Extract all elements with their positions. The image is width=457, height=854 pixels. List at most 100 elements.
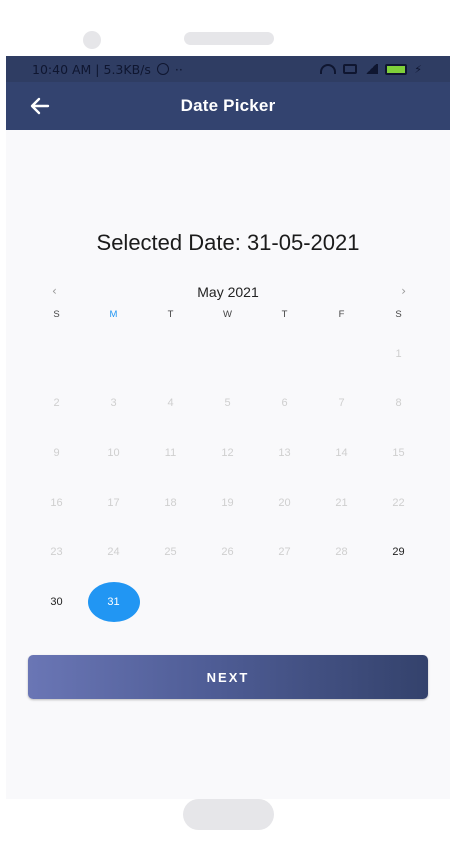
calendar-day-number: 26 — [221, 546, 234, 559]
calendar-day-number: 25 — [164, 546, 177, 559]
calendar-day-number: 21 — [335, 496, 348, 509]
calendar-day-number: 14 — [335, 446, 348, 459]
calendar-day: 12 — [199, 428, 256, 478]
calendar-day: 20 — [256, 478, 313, 528]
calendar-day: 19 — [199, 478, 256, 528]
calendar-day: 22 — [370, 478, 427, 528]
phone-speaker — [184, 32, 274, 45]
calendar-day-number: 7 — [338, 397, 345, 410]
calendar-day: 15 — [370, 428, 427, 478]
status-bar: 10:40 AM | 5.3KB/s ·· ⚡ — [6, 56, 450, 82]
calendar-day[interactable]: 30 — [28, 577, 85, 627]
calendar-day-empty — [256, 329, 313, 379]
calendar-day-number: 23 — [50, 546, 63, 559]
calendar-day-number: 12 — [221, 446, 234, 459]
calendar-day-number: 24 — [107, 546, 120, 559]
calendar-day-number: 17 — [107, 496, 120, 509]
notification-dots: ·· — [174, 61, 183, 77]
signal-icon — [364, 64, 379, 74]
calendar: ‹ May 2021 › S M T W T F S 1 2 3 4 5 6 7 8 9 10 11… — [28, 283, 428, 627]
selected-date-label: Selected Date: 31-05-2021 — [96, 230, 360, 255]
calendar-day-number: 11 — [164, 446, 177, 459]
calendar-day: 2 — [28, 379, 85, 429]
calendar-day: 6 — [256, 379, 313, 429]
back-button[interactable] — [28, 94, 52, 118]
app-screen: 10:40 AM | 5.3KB/s ·· ⚡ Date Picker Sele… — [6, 56, 450, 799]
calendar-day: 3 — [85, 379, 142, 429]
calendar-day-selected[interactable]: 31 — [85, 577, 142, 627]
calendar-day-number: 22 — [392, 496, 405, 509]
calendar-day[interactable]: 29 — [370, 527, 427, 577]
calendar-day-number: 27 — [278, 546, 291, 559]
calendar-day-number: 28 — [335, 546, 348, 559]
calendar-day-empty — [28, 329, 85, 379]
calendar-day-empty — [85, 329, 142, 379]
calendar-day-number: 16 — [50, 496, 63, 509]
chevron-right-icon[interactable]: › — [401, 284, 406, 298]
calendar-day-grid: 1 2 3 4 5 6 7 8 9 10 11 12 13 14 15 16 17 18 19 20 21 22 23 24 2… — [28, 329, 428, 627]
calendar-day-number: 18 — [164, 496, 177, 509]
calendar-day: 16 — [28, 478, 85, 528]
weekday-label: T — [281, 309, 288, 320]
weekday-label: T — [167, 309, 174, 320]
weekday-label: S — [53, 309, 60, 320]
calendar-day-empty — [313, 329, 370, 379]
calendar-day-number: 5 — [224, 397, 231, 410]
calendar-month-label: May 2021 — [197, 284, 259, 300]
calendar-day: 11 — [142, 428, 199, 478]
calendar-day: 9 — [28, 428, 85, 478]
calendar-day-number: 19 — [221, 496, 234, 509]
wifi-icon — [320, 64, 337, 74]
sim-icon — [343, 64, 358, 74]
calendar-day-empty — [199, 329, 256, 379]
calendar-day: 13 — [256, 428, 313, 478]
calendar-day-number: 4 — [167, 397, 174, 410]
phone-camera-dot — [83, 31, 101, 49]
calendar-day-number: 8 — [395, 397, 402, 410]
arrow-left-icon — [30, 97, 50, 115]
calendar-day-number: 13 — [278, 446, 291, 459]
battery-icon — [385, 63, 408, 75]
calendar-day: 24 — [85, 527, 142, 577]
calendar-day: 10 — [85, 428, 142, 478]
calendar-day: 28 — [313, 527, 370, 577]
calendar-day: 14 — [313, 428, 370, 478]
weekday-label: M — [109, 309, 118, 320]
calendar-day-number: 29 — [392, 546, 405, 559]
calendar-day: 27 — [256, 527, 313, 577]
calendar-day: 5 — [199, 379, 256, 429]
calendar-day: 7 — [313, 379, 370, 429]
charging-icon: ⚡ — [414, 62, 422, 76]
calendar-day-number: 30 — [50, 595, 63, 608]
calendar-day: 21 — [313, 478, 370, 528]
calendar-header: ‹ May 2021 › — [28, 283, 428, 305]
calendar-day-number: 10 — [107, 446, 120, 459]
calendar-day-number: 3 — [110, 397, 117, 410]
phone-home-button — [183, 799, 274, 830]
next-button[interactable]: NEXT — [28, 655, 428, 699]
weekday-label: S — [395, 309, 402, 320]
page-title: Date Picker — [180, 96, 276, 115]
calendar-day-number: 1 — [395, 347, 402, 360]
app-bar: Date Picker — [6, 82, 450, 130]
calendar-day: 25 — [142, 527, 199, 577]
calendar-day: 17 — [85, 478, 142, 528]
calendar-day: 4 — [142, 379, 199, 429]
calendar-day: 26 — [199, 527, 256, 577]
calendar-day-empty — [142, 329, 199, 379]
calendar-day: 18 — [142, 478, 199, 528]
calendar-day-number: 6 — [281, 397, 288, 410]
calendar-day: 23 — [28, 527, 85, 577]
weekday-label: W — [223, 309, 232, 320]
status-time: 10:40 AM | 5.3KB/s — [32, 61, 151, 77]
weekday-label: F — [338, 309, 345, 320]
calendar-day-number: 9 — [53, 446, 60, 459]
calendar-day-number: 15 — [392, 446, 405, 459]
calendar-day: 1 — [370, 329, 427, 379]
calendar-day-number: 31 — [87, 581, 140, 622]
calendar-day-number: 20 — [278, 496, 291, 509]
whatsapp-icon — [156, 63, 169, 75]
calendar-weekdays: S M T W T F S — [28, 309, 428, 329]
calendar-day: 8 — [370, 379, 427, 429]
calendar-day-number: 2 — [53, 397, 60, 410]
